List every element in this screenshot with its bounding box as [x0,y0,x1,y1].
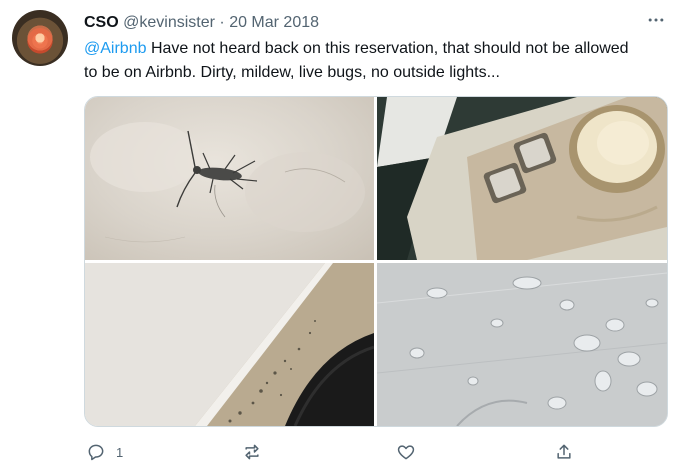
photo-mildew[interactable] [85,263,374,426]
retweet-button[interactable] [242,440,262,464]
photo-switches[interactable] [377,97,667,260]
avatar[interactable] [12,10,68,66]
like-button[interactable] [396,440,416,464]
reply-count: 1 [116,444,124,460]
bug-illustration [90,122,365,243]
photo-water-droplets[interactable] [377,263,667,426]
reply-icon [88,444,104,461]
mention-link[interactable]: @Airbnb [84,40,147,57]
media-grid [84,96,668,427]
tweet-card[interactable]: CSO @kevinsister · 20 Mar 2018 @Airbnb H… [0,0,680,473]
mildew-illustration [85,263,374,426]
heart-icon [397,445,415,460]
more-horizontal-icon [648,18,664,22]
more-options-button[interactable] [644,10,668,34]
tweet-text: @Airbnb Have not heard back on this rese… [84,37,644,85]
photo-bug[interactable] [85,97,374,260]
tweet-body: Have not heard back on this reservation,… [84,40,629,81]
retweet-icon [245,444,259,460]
user-handle[interactable]: @kevinsister [123,14,215,31]
separator-dot: · [219,14,225,31]
share-button[interactable] [554,440,574,464]
tweet-header: CSO @kevinsister · 20 Mar 2018 [84,12,319,34]
reply-button[interactable]: 1 [86,440,123,464]
tweet-actions: 1 [84,440,664,466]
droplets-illustration [377,263,667,426]
switches-illustration [377,97,667,260]
display-name[interactable]: CSO [84,14,119,31]
avatar-image [24,22,56,54]
tweet-date[interactable]: 20 Mar 2018 [229,14,319,31]
share-icon [557,444,571,459]
